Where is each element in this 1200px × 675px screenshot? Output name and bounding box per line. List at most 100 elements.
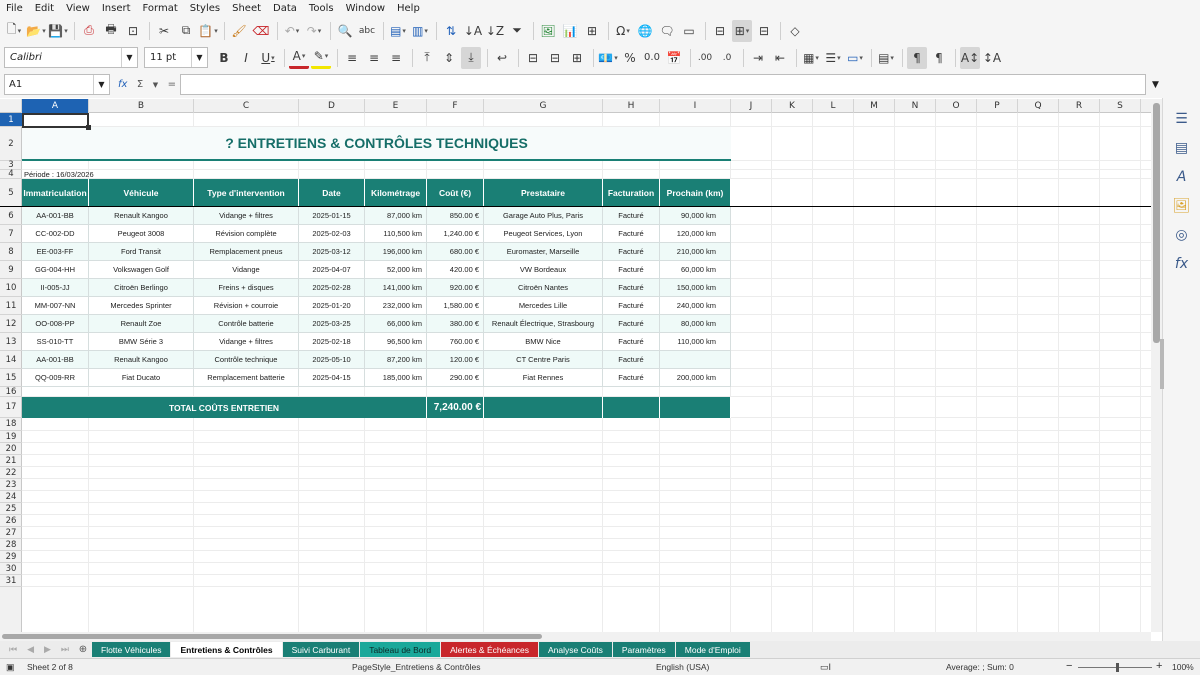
table-cell[interactable]: 2025-03-25 — [299, 315, 365, 333]
table-cell[interactable]: 290.00 € — [427, 369, 484, 387]
table-cell[interactable]: 2025-02-03 — [299, 225, 365, 243]
table-cell[interactable]: Peugeot Services, Lyon — [484, 225, 603, 243]
column-header-f[interactable]: F — [427, 99, 484, 113]
corner-select-all[interactable] — [0, 99, 22, 113]
copy-icon[interactable]: ⧉ — [176, 20, 196, 42]
column-header-o[interactable]: O — [936, 99, 977, 113]
table-cell[interactable]: Révision + courroie — [194, 297, 299, 315]
column-header-s[interactable]: S — [1100, 99, 1141, 113]
insert-image-icon[interactable]: 🖼 — [538, 20, 558, 42]
right-to-left-icon[interactable]: ¶ — [929, 47, 949, 69]
page-style[interactable]: PageStyle_Entretiens & Contrôles — [352, 662, 481, 672]
sheet-tab-1[interactable]: Entretiens & Contrôles — [171, 642, 282, 657]
table-cell[interactable]: 2025-05-10 — [299, 351, 365, 369]
spelling-icon[interactable]: abc — [357, 20, 377, 42]
table-cell[interactable]: Renault Kangoo — [89, 207, 194, 225]
sort-descending-icon[interactable]: ↓Z — [485, 20, 505, 42]
decrease-indent-icon[interactable]: ⇤ — [770, 47, 790, 69]
column-header-r[interactable]: R — [1059, 99, 1100, 113]
menu-insert[interactable]: Insert — [96, 0, 137, 17]
table-cell[interactable]: 680.00 € — [427, 243, 484, 261]
properties-icon[interactable]: ▤ — [1171, 137, 1193, 159]
selection-mode-icon[interactable]: ▭I — [820, 662, 831, 673]
name-box[interactable]: A1 ▼ — [4, 74, 110, 95]
border-color-icon[interactable]: ▭ — [845, 47, 865, 69]
table-cell[interactable]: 760.00 € — [427, 333, 484, 351]
table-cell[interactable]: 380.00 € — [427, 315, 484, 333]
table-cell[interactable]: Fiat Rennes — [484, 369, 603, 387]
date-format-icon[interactable]: 📅 — [664, 47, 684, 69]
horizontal-scroll-thumb[interactable] — [2, 634, 542, 639]
split-window-icon[interactable]: ⊟ — [754, 20, 774, 42]
table-cell[interactable]: CC-002-DD — [22, 225, 89, 243]
table-cell[interactable]: BMW Série 3 — [89, 333, 194, 351]
table-cell[interactable]: 90,000 km — [660, 207, 731, 225]
functions-icon[interactable]: fx — [1171, 253, 1193, 275]
table-cell[interactable]: 1,580.00 € — [427, 297, 484, 315]
column-header-l[interactable]: L — [813, 99, 854, 113]
unmerge-cells-icon[interactable]: ⊞ — [567, 47, 587, 69]
sheet-tab-3[interactable]: Tableau de Bord — [360, 642, 441, 657]
row-header-19[interactable]: 19 — [0, 431, 22, 443]
table-cell[interactable]: 2025-02-18 — [299, 333, 365, 351]
table-cell[interactable]: Contrôle batterie — [194, 315, 299, 333]
table-cell[interactable]: Vidange + filtres — [194, 207, 299, 225]
row-header-16[interactable]: 16 — [0, 387, 22, 397]
table-cell[interactable]: 60,000 km — [660, 261, 731, 279]
horizontal-scrollbar[interactable] — [0, 632, 1151, 641]
table-cell[interactable]: 1,240.00 € — [427, 225, 484, 243]
cut-icon[interactable]: ✂ — [154, 20, 174, 42]
table-cell[interactable]: GG-004-HH — [22, 261, 89, 279]
row-header-1[interactable]: 1 — [0, 113, 22, 127]
column-header-e[interactable]: E — [365, 99, 427, 113]
row-header-2[interactable]: 2 — [0, 127, 22, 161]
table-cell[interactable]: 850.00 € — [427, 207, 484, 225]
zoom-out-button[interactable]: − — [1066, 660, 1072, 672]
sheet-tab-2[interactable]: Suivi Carburant — [282, 642, 360, 657]
column-header-j[interactable]: J — [731, 99, 772, 113]
selection-summary[interactable]: Average: ; Sum: 0 — [946, 662, 1014, 672]
sheet-tab-6[interactable]: Paramètres — [612, 642, 675, 657]
autofilter-icon[interactable]: ⏷ — [507, 20, 527, 42]
table-cell[interactable]: Renault Électrique, Strasbourg — [484, 315, 603, 333]
table-cell[interactable]: Mercedes Lille — [484, 297, 603, 315]
table-cell[interactable]: Facturé — [603, 297, 660, 315]
align-middle-icon[interactable]: ⇕ — [439, 47, 459, 69]
align-right-icon[interactable]: ≡ — [386, 47, 406, 69]
define-print-area-icon[interactable]: ⊟ — [710, 20, 730, 42]
function-wizard-icon[interactable]: fx — [118, 79, 127, 90]
table-cell[interactable]: II-005-JJ — [22, 279, 89, 297]
table-cell[interactable]: Peugeot 3008 — [89, 225, 194, 243]
special-character-icon[interactable]: Ω — [613, 20, 633, 42]
table-cell[interactable]: BMW Nice — [484, 333, 603, 351]
table-cell[interactable]: Facturé — [603, 225, 660, 243]
menu-edit[interactable]: Edit — [29, 0, 60, 17]
delete-decimal-icon[interactable]: .0 — [717, 47, 737, 69]
prev-sheet-icon[interactable]: ◀ — [27, 645, 34, 655]
table-cell[interactable]: Vidange + filtres — [194, 333, 299, 351]
merge-center-icon[interactable]: ⊟ — [523, 47, 543, 69]
insert-chart-icon[interactable]: 📊 — [560, 20, 580, 42]
table-cell[interactable]: OO-008-PP — [22, 315, 89, 333]
table-cell[interactable]: SS-010-TT — [22, 333, 89, 351]
row-header-8[interactable]: 8 — [0, 243, 22, 261]
table-cell[interactable]: 96,500 km — [365, 333, 427, 351]
border-style-icon[interactable]: ☰ — [823, 47, 843, 69]
table-cell[interactable]: Renault Zoe — [89, 315, 194, 333]
column-header-q[interactable]: Q — [1018, 99, 1059, 113]
save-icon[interactable]: 💾 — [48, 20, 68, 42]
menu-help[interactable]: Help — [391, 0, 426, 17]
table-cell[interactable]: 232,000 km — [365, 297, 427, 315]
table-cell[interactable]: 200,000 km — [660, 369, 731, 387]
column-header-d[interactable]: D — [299, 99, 365, 113]
menu-sheet[interactable]: Sheet — [226, 0, 267, 17]
chevron-down-icon[interactable]: ▼ — [121, 48, 137, 67]
sort-icon[interactable]: ⇅ — [441, 20, 461, 42]
menu-view[interactable]: View — [60, 0, 96, 17]
table-cell[interactable]: Citroën Nantes — [484, 279, 603, 297]
borders-icon[interactable]: ▦ — [801, 47, 821, 69]
column-header-a[interactable]: A — [22, 99, 89, 113]
row-header-17[interactable]: 17 — [0, 397, 22, 418]
table-cell[interactable]: MM-007-NN — [22, 297, 89, 315]
sheet-tab-4[interactable]: Alertes & Échéances — [441, 642, 539, 657]
